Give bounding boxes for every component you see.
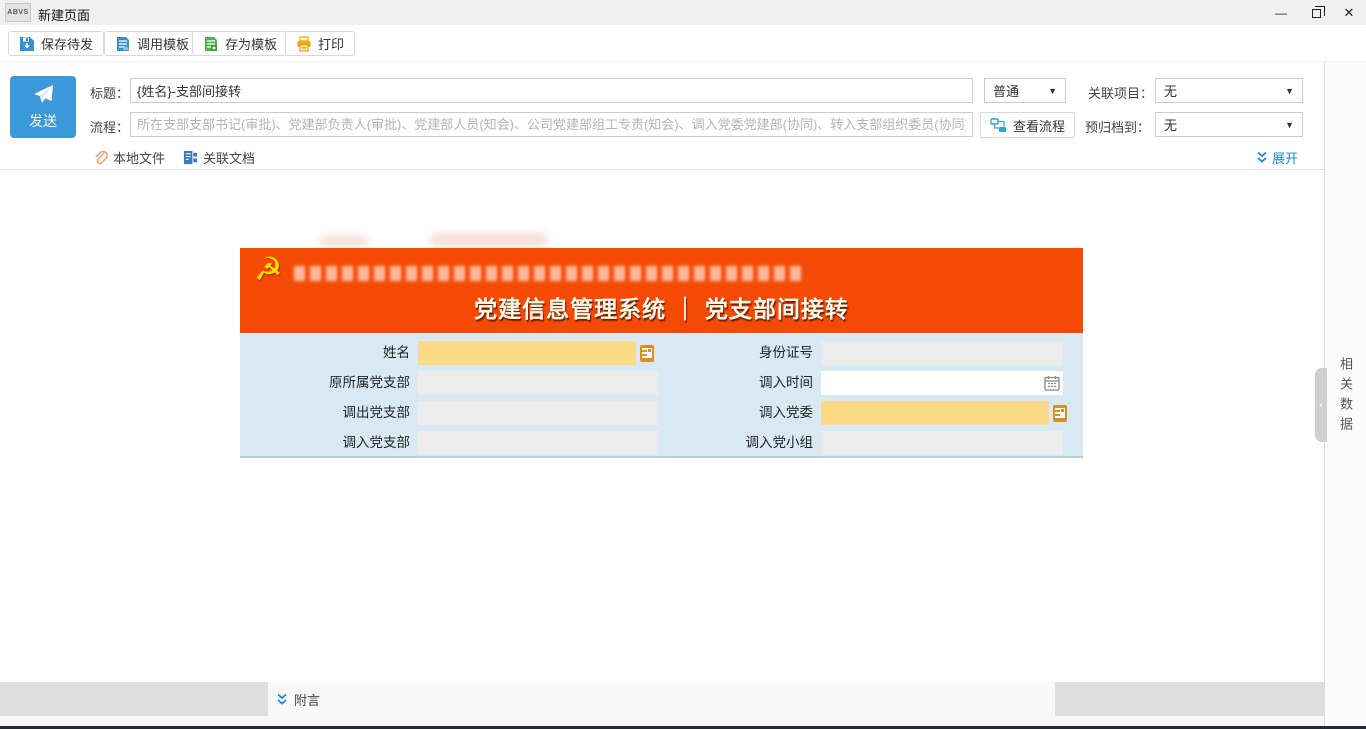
postscript-label: 附言 bbox=[294, 690, 320, 709]
panel-collapse-handle[interactable]: ‹ bbox=[1315, 368, 1327, 442]
original-branch-input bbox=[418, 371, 658, 395]
chevron-down-icon: ▼ bbox=[1048, 86, 1057, 96]
flow-input[interactable] bbox=[130, 112, 973, 137]
related-project-select[interactable]: 无 ▼ bbox=[1155, 78, 1303, 103]
field-label-transfer-in-branch: 调入党支部 bbox=[260, 431, 410, 455]
field-label-transfer-in-time: 调入时间 bbox=[663, 371, 813, 395]
titlebar: ABVS 新建页面 — ✕ bbox=[0, 0, 1366, 25]
related-project-value: 无 bbox=[1164, 81, 1177, 100]
save-pending-button[interactable]: 保存待发 bbox=[8, 31, 104, 56]
name-input[interactable] bbox=[418, 341, 636, 365]
close-icon: ✕ bbox=[1344, 5, 1355, 21]
double-chevron-down-icon bbox=[1256, 151, 1268, 164]
related-project-label: 关联项目： bbox=[1088, 83, 1153, 102]
prearchive-label: 预归档到： bbox=[1085, 117, 1150, 136]
minimize-button[interactable]: — bbox=[1264, 0, 1298, 25]
related-docs-label: 关联文档 bbox=[203, 148, 255, 167]
send-label: 发送 bbox=[29, 111, 57, 131]
load-template-icon bbox=[115, 36, 131, 52]
related-data-panel: 相关数据 ‹ bbox=[1324, 62, 1366, 726]
form-body: 姓名 身份证号 原所属党支部 调入时间 调出党支部 bbox=[240, 333, 1083, 458]
id-number-input bbox=[821, 341, 1063, 365]
form-banner-title: 党建信息管理系统 ｜ 党支部间接转 bbox=[240, 290, 1083, 324]
restore-button[interactable] bbox=[1298, 0, 1332, 25]
toolbar-button-label: 存为模板 bbox=[225, 34, 277, 53]
linked-document-icon bbox=[183, 150, 198, 165]
close-button[interactable]: ✕ bbox=[1332, 0, 1366, 25]
transfer-in-branch-input bbox=[418, 431, 658, 455]
form-banner: ☭ 党建信息管理系统 ｜ 党支部间接转 bbox=[240, 248, 1083, 333]
field-label-original-branch: 原所属党支部 bbox=[260, 371, 410, 395]
prearchive-select[interactable]: 无 ▼ bbox=[1155, 112, 1303, 137]
title-input[interactable] bbox=[130, 78, 973, 103]
window-title: 新建页面 bbox=[38, 5, 90, 24]
document-area: ☭ 党建信息管理系统 ｜ 党支部间接转 姓名 身份证号 原所属党支部 调入时间 bbox=[0, 170, 1324, 682]
minimize-icon: — bbox=[1275, 6, 1287, 20]
toolbar: 保存待发 调用模板 存为模板 bbox=[0, 25, 1366, 62]
related-docs-tab[interactable]: 关联文档 bbox=[183, 148, 255, 167]
flow-field-label: 流程： bbox=[90, 117, 129, 136]
view-flow-button[interactable]: 查看流程 bbox=[980, 112, 1075, 138]
toolbar-button-label: 保存待发 bbox=[41, 34, 93, 53]
committee-picker-icon[interactable] bbox=[1053, 405, 1067, 422]
chevron-down-icon: ▼ bbox=[1285, 120, 1294, 130]
redaction-smudge bbox=[430, 233, 548, 247]
transfer-in-committee-input[interactable] bbox=[821, 401, 1049, 425]
name-picker-icon[interactable] bbox=[640, 345, 654, 362]
field-label-name: 姓名 bbox=[260, 341, 410, 365]
chevron-down-icon: ▼ bbox=[1285, 86, 1294, 96]
calendar-icon[interactable] bbox=[1044, 375, 1060, 391]
field-label-transfer-in-group: 调入党小组 bbox=[663, 431, 813, 455]
chevron-left-icon: ‹ bbox=[1319, 400, 1322, 411]
toolbar-button-label: 调用模板 bbox=[137, 34, 189, 53]
title-field-label: 标题： bbox=[90, 83, 129, 102]
party-emblem-icon: ☭ bbox=[254, 250, 283, 288]
transfer-out-branch-input bbox=[418, 401, 658, 425]
local-files-tab[interactable]: 本地文件 bbox=[93, 148, 165, 167]
priority-value: 普通 bbox=[993, 81, 1019, 100]
form-document: ☭ 党建信息管理系统 ｜ 党支部间接转 姓名 身份证号 原所属党支部 调入时间 bbox=[240, 248, 1083, 458]
field-label-transfer-out-branch: 调出党支部 bbox=[260, 401, 410, 425]
redacted-org-name bbox=[294, 266, 804, 281]
view-flow-label: 查看流程 bbox=[1013, 116, 1065, 135]
field-label-transfer-in-committee: 调入党委 bbox=[663, 401, 813, 425]
transfer-in-group-input bbox=[821, 431, 1063, 455]
print-icon bbox=[296, 36, 312, 52]
send-button[interactable]: 发送 bbox=[10, 76, 76, 138]
paper-plane-icon bbox=[30, 83, 56, 107]
prearchive-value: 无 bbox=[1164, 115, 1177, 134]
expand-toggle[interactable]: 展开 bbox=[1256, 148, 1298, 167]
field-label-id-number: 身份证号 bbox=[663, 341, 813, 365]
related-data-label: 相关数据 bbox=[1336, 357, 1355, 437]
window-bottom-padding bbox=[0, 716, 1366, 726]
expand-label: 展开 bbox=[1272, 148, 1298, 167]
toolbar-button-label: 打印 bbox=[318, 34, 344, 53]
transfer-in-time-input[interactable] bbox=[821, 371, 1063, 395]
save-icon bbox=[19, 36, 35, 52]
composer-header: 发送 标题： 普通 ▼ 关联项目： 无 ▼ 流程： 查看流程 预归档到： 无 bbox=[0, 62, 1324, 170]
restore-icon bbox=[1312, 9, 1321, 18]
redaction-smudge bbox=[320, 236, 368, 247]
paperclip-icon bbox=[93, 150, 108, 166]
app-logo: ABVS bbox=[5, 3, 31, 22]
flowchart-icon bbox=[990, 118, 1007, 133]
save-as-template-button[interactable]: 存为模板 bbox=[192, 31, 288, 56]
double-chevron-down-icon bbox=[276, 693, 288, 706]
load-template-button[interactable]: 调用模板 bbox=[104, 31, 200, 56]
postscript-section[interactable]: 附言 bbox=[268, 682, 1055, 716]
bottom-bar: 附言 bbox=[0, 682, 1324, 716]
print-button[interactable]: 打印 bbox=[285, 31, 355, 56]
save-as-template-icon bbox=[203, 36, 219, 52]
local-files-label: 本地文件 bbox=[113, 148, 165, 167]
app-window: ABVS 新建页面 — ✕ 保存待发 bbox=[0, 0, 1366, 729]
priority-select[interactable]: 普通 ▼ bbox=[984, 78, 1066, 103]
